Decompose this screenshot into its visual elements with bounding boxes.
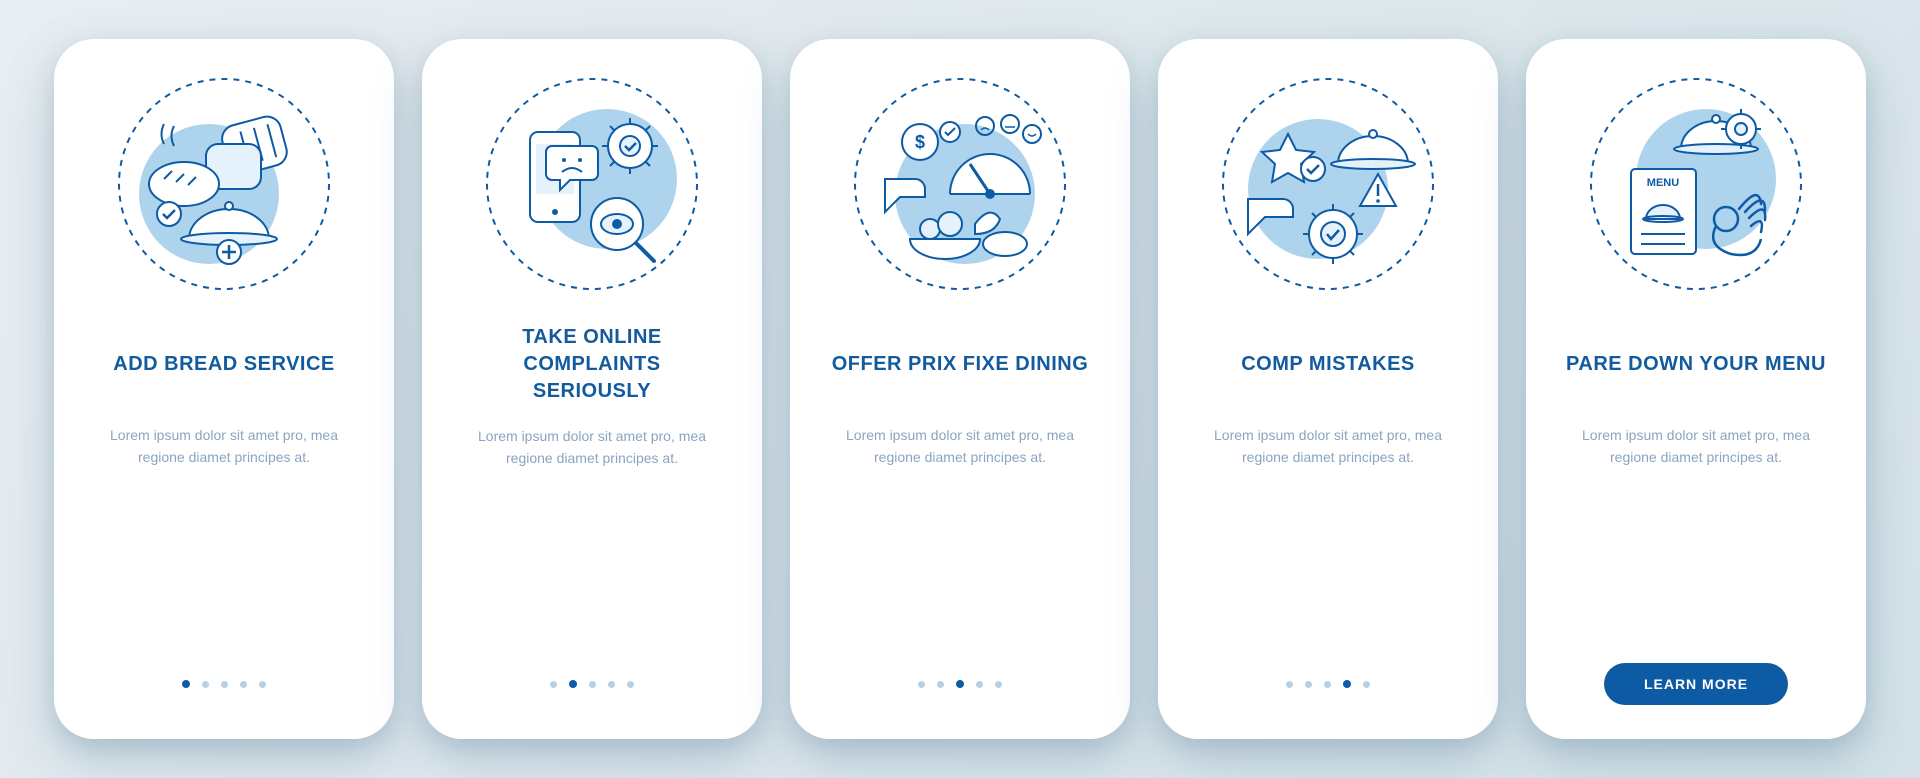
dot-5[interactable] [627, 681, 634, 688]
dot-5[interactable] [1363, 681, 1370, 688]
bread-service-icon [114, 74, 334, 294]
dot-3[interactable] [956, 680, 964, 688]
screen-title: OFFER PRIX FIXE DINING [822, 324, 1099, 404]
dot-2[interactable] [202, 681, 209, 688]
pagination-dots [182, 680, 266, 688]
pare-down-menu-icon: MENU [1586, 74, 1806, 294]
dot-5[interactable] [259, 681, 266, 688]
dot-1[interactable] [918, 681, 925, 688]
pagination-dots [1286, 680, 1370, 688]
dot-2[interactable] [569, 680, 577, 688]
dot-2[interactable] [1305, 681, 1312, 688]
dot-1[interactable] [1286, 681, 1293, 688]
screen-description: Lorem ipsum dolor sit amet pro, mea regi… [1556, 424, 1836, 469]
learn-more-button[interactable]: LEARN MORE [1604, 663, 1788, 705]
screen-footer [1188, 659, 1468, 709]
screen-footer [452, 659, 732, 709]
screen-footer: LEARN MORE [1556, 659, 1836, 709]
pagination-dots [918, 680, 1002, 688]
screen-description: Lorem ipsum dolor sit amet pro, mea regi… [820, 424, 1100, 469]
onboarding-screen-4: COMP MISTAKES Lorem ipsum dolor sit amet… [1158, 39, 1498, 739]
screen-footer [820, 659, 1100, 709]
onboarding-screen-1: ADD BREAD SERVICE Lorem ipsum dolor sit … [54, 39, 394, 739]
dot-4[interactable] [976, 681, 983, 688]
screen-description: Lorem ipsum dolor sit amet pro, mea regi… [1188, 424, 1468, 469]
onboarding-screen-2: TAKE ONLINE COMPLAINTS SERIOUSLY Lorem i… [422, 39, 762, 739]
prix-fixe-icon: $ [850, 74, 1070, 294]
dot-4[interactable] [240, 681, 247, 688]
svg-text:MENU: MENU [1647, 177, 1679, 189]
screen-title: PARE DOWN YOUR MENU [1556, 324, 1836, 404]
screen-title: COMP MISTAKES [1231, 324, 1425, 404]
onboarding-screen-5: MENU PARE DOWN YOUR MENU Lorem ipsum dol… [1526, 39, 1866, 739]
dot-4[interactable] [608, 681, 615, 688]
comp-mistakes-icon [1218, 74, 1438, 294]
svg-text:$: $ [915, 132, 925, 152]
pagination-dots [550, 680, 634, 688]
screen-title: TAKE ONLINE COMPLAINTS SERIOUSLY [452, 324, 732, 405]
screen-description: Lorem ipsum dolor sit amet pro, mea regi… [452, 425, 732, 470]
dot-3[interactable] [221, 681, 228, 688]
dot-3[interactable] [589, 681, 596, 688]
dot-1[interactable] [550, 681, 557, 688]
online-complaints-icon [482, 74, 702, 294]
screen-title: ADD BREAD SERVICE [103, 324, 345, 404]
screen-footer [84, 659, 364, 709]
dot-5[interactable] [995, 681, 1002, 688]
dot-4[interactable] [1343, 680, 1351, 688]
dot-2[interactable] [937, 681, 944, 688]
onboarding-screen-3: $ OFFER PRIX FIXE DINING Lorem ipsum dol… [790, 39, 1130, 739]
dot-3[interactable] [1324, 681, 1331, 688]
dot-1[interactable] [182, 680, 190, 688]
screen-description: Lorem ipsum dolor sit amet pro, mea regi… [84, 424, 364, 469]
